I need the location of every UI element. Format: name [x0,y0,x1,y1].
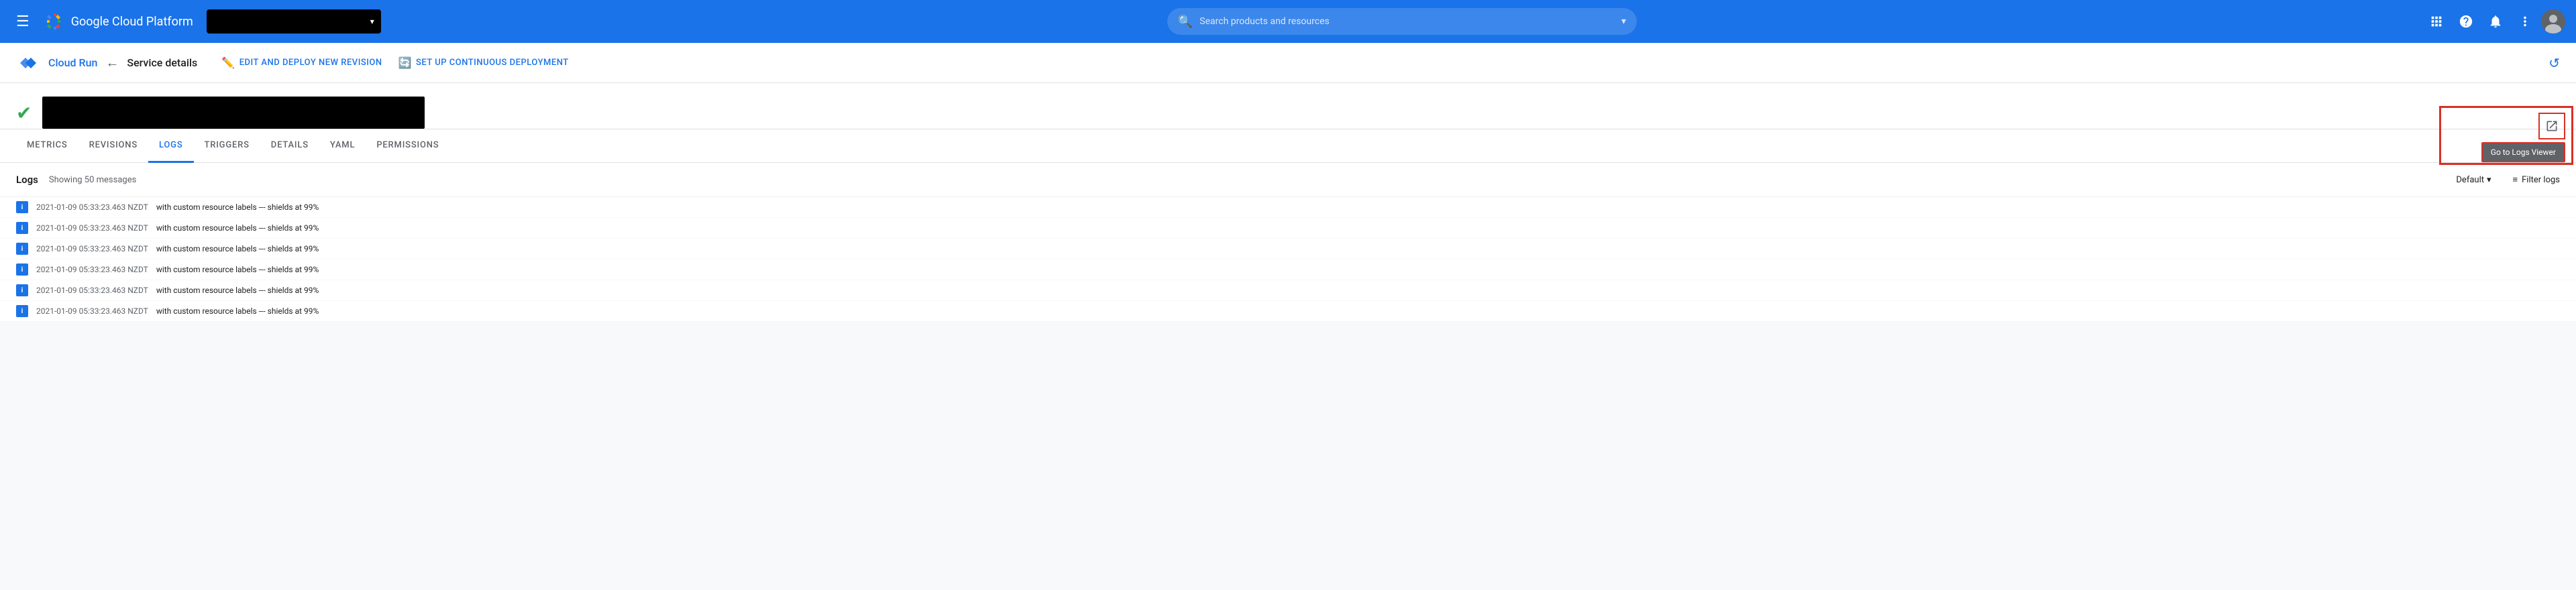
logo-area: Google Cloud Platform [43,11,193,32]
help-icon[interactable] [2453,8,2479,35]
tab-yaml[interactable]: YAML [319,129,366,163]
log-level-badge: i [16,263,28,276]
search-area: 🔍 Search products and resources ▾ [389,8,2415,35]
tabs-bar: METRICS REVISIONS LOGS TRIGGERS DETAILS … [0,129,2576,163]
project-selector-wrapper[interactable] [207,9,381,34]
tab-permissions[interactable]: PERMISSIONS [366,129,449,163]
deploy-icon: 🔄 [398,56,412,69]
top-nav: ☰ Google Cloud Platform 🔍 Search product… [0,0,2576,43]
go-to-logs-viewer-area: Go to Logs Viewer [2481,113,2565,162]
log-level-badge: i [16,305,28,317]
logs-severity-selector[interactable]: Default ▾ [2456,175,2491,185]
log-message: with custom resource labels --- shields … [156,265,319,274]
project-selector[interactable] [207,9,381,34]
logs-severity-chevron-icon: ▾ [2487,175,2491,185]
log-message: with custom resource labels --- shields … [156,202,319,212]
tab-metrics[interactable]: METRICS [16,129,78,163]
log-row[interactable]: i 2021-01-09 05:33:23.463 NZDT with cust… [0,239,2576,259]
breadcrumb-cloud-run[interactable]: Cloud Run [48,56,97,69]
tab-triggers[interactable]: TRIGGERS [194,129,260,163]
log-level-badge: i [16,243,28,255]
continuous-deploy-label: SET UP CONTINUOUS DEPLOYMENT [416,58,569,68]
log-timestamp: 2021-01-09 05:33:23.463 NZDT [36,306,148,316]
hamburger-icon[interactable]: ☰ [11,8,35,36]
logs-header: Logs Showing 50 messages Default ▾ ≡ Fil… [0,163,2576,197]
filter-label: Filter logs [2522,175,2560,185]
log-level-badge: i [16,222,28,234]
tab-logs[interactable]: LOGS [148,129,194,163]
avatar[interactable] [2541,9,2565,34]
go-to-logs-external-icon[interactable] [2538,113,2565,139]
log-row[interactable]: i 2021-01-09 05:33:23.463 NZDT with cust… [0,280,2576,301]
search-bar[interactable]: 🔍 Search products and resources ▾ [1167,8,1637,35]
notifications-icon[interactable] [2482,8,2509,35]
search-chevron-icon: ▾ [1621,16,1626,27]
tab-revisions[interactable]: REVISIONS [78,129,148,163]
log-message: with custom resource labels --- shields … [156,286,319,295]
service-name-area: ✔ [0,83,2576,129]
log-timestamp: 2021-01-09 05:33:23.463 NZDT [36,244,148,253]
log-timestamp: 2021-01-09 05:33:23.463 NZDT [36,265,148,274]
search-icon: 🔍 [1178,15,1193,29]
nav-right-icons [2423,8,2565,35]
log-level-badge: i [16,201,28,213]
log-row[interactable]: i 2021-01-09 05:33:23.463 NZDT with cust… [0,259,2576,280]
service-status-check-icon: ✔ [16,102,32,124]
logs-panel: Logs Showing 50 messages Default ▾ ≡ Fil… [0,163,2576,322]
go-to-logs-viewer-button[interactable]: Go to Logs Viewer [2481,142,2565,162]
log-timestamp: 2021-01-09 05:33:23.463 NZDT [36,202,148,212]
logs-title: Logs [16,174,38,186]
google-cloud-logo-icon [43,11,64,32]
breadcrumb-bar: Cloud Run ← Service details ✏️ EDIT AND … [0,43,2576,83]
log-message: with custom resource labels --- shields … [156,223,319,233]
service-name-redacted [42,97,425,129]
refresh-icon[interactable]: ↺ [2548,55,2560,71]
continuous-deploy-button[interactable]: 🔄 SET UP CONTINUOUS DEPLOYMENT [398,56,569,69]
breadcrumb-actions: ✏️ EDIT AND DEPLOY NEW REVISION 🔄 SET UP… [221,56,568,69]
edit-deploy-label: EDIT AND DEPLOY NEW REVISION [239,58,382,68]
apps-icon[interactable] [2423,8,2450,35]
search-placeholder: Search products and resources [1199,16,1621,27]
log-message: with custom resource labels --- shields … [156,306,319,316]
log-row[interactable]: i 2021-01-09 05:33:23.463 NZDT with cust… [0,301,2576,322]
logs-severity-label: Default [2456,175,2484,185]
tab-details[interactable]: DETAILS [260,129,319,163]
log-row[interactable]: i 2021-01-09 05:33:23.463 NZDT with cust… [0,197,2576,218]
log-timestamp: 2021-01-09 05:33:23.463 NZDT [36,286,148,295]
log-row[interactable]: i 2021-01-09 05:33:23.463 NZDT with cust… [0,218,2576,239]
logs-count: Showing 50 messages [49,175,136,185]
log-level-badge: i [16,284,28,296]
more-options-icon[interactable] [2512,8,2538,35]
breadcrumb-back-icon[interactable]: ← [105,54,119,71]
logs-filter-button[interactable]: ≡ Filter logs [2513,174,2560,185]
edit-icon: ✏️ [221,56,235,69]
breadcrumb-current-page: Service details [127,56,197,69]
log-rows: i 2021-01-09 05:33:23.463 NZDT with cust… [0,197,2576,322]
cloud-run-logo-icon [16,51,40,75]
log-timestamp: 2021-01-09 05:33:23.463 NZDT [36,223,148,233]
log-message: with custom resource labels --- shields … [156,244,319,253]
filter-icon: ≡ [2513,174,2518,185]
app-title: Google Cloud Platform [71,15,193,29]
edit-deploy-button[interactable]: ✏️ EDIT AND DEPLOY NEW REVISION [221,56,382,69]
